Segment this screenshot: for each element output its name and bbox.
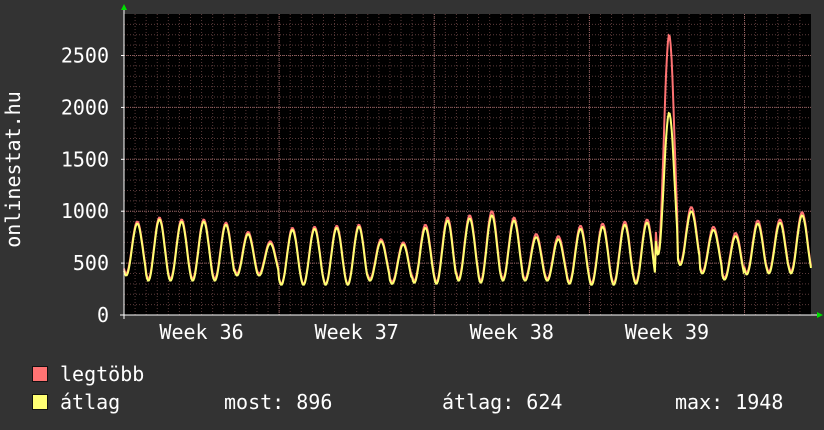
stat-current: most: 896 <box>224 390 333 414</box>
x-axis-arrow-icon <box>817 312 823 318</box>
stat-average: átlag: 624 <box>442 390 563 414</box>
stat-maximum: max: 1948 <box>675 390 784 414</box>
x-tick-label: Week 38 <box>470 320 554 344</box>
y-tick-label: 2500 <box>61 44 109 68</box>
y-tick-label: 500 <box>73 251 109 275</box>
legend-label-max: legtöbb <box>60 362 145 386</box>
x-tick-label: Week 36 <box>159 320 243 344</box>
legend-label-avg: átlag <box>60 390 121 414</box>
y-axis-label: onlinestat.hu <box>1 91 25 248</box>
legend-swatch-max <box>32 366 48 382</box>
y-tick-label: 1000 <box>61 199 109 223</box>
y-tick-label: 1500 <box>61 147 109 171</box>
y-axis-arrow-icon <box>121 4 127 10</box>
y-tick-label: 2000 <box>61 95 109 119</box>
y-tick-label: 0 <box>97 303 109 327</box>
legend-swatch-avg <box>32 394 48 410</box>
legend-item-max: legtöbb <box>32 363 144 385</box>
x-tick-label: Week 39 <box>625 320 709 344</box>
x-tick-label: Week 37 <box>315 320 399 344</box>
legend-item-avg: átlag <box>32 391 120 413</box>
